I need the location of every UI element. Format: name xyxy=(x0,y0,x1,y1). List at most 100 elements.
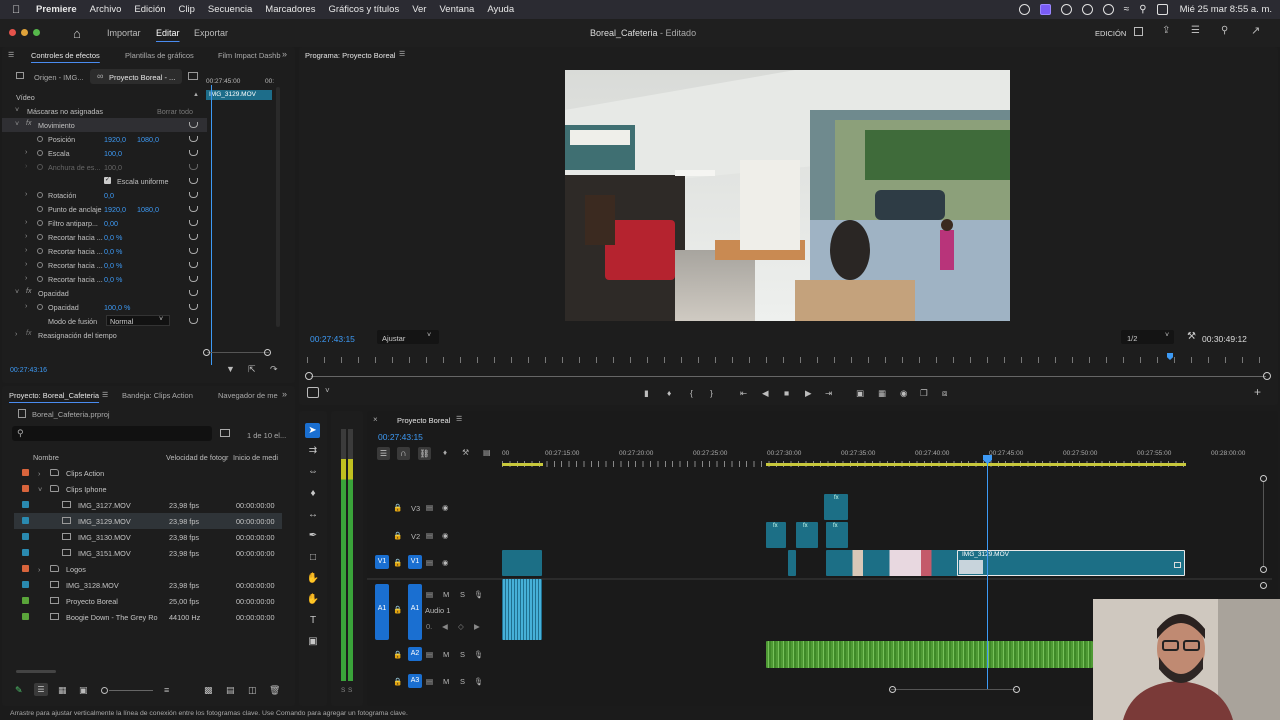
track-a3-label[interactable]: A3 xyxy=(408,674,422,688)
new-bin-icon[interactable]: ▤ xyxy=(226,685,235,696)
lock-icon[interactable]: 🔒 xyxy=(393,558,402,567)
project-item[interactable]: Proyecto Boreal 25,00 fps 00:00:00:00 xyxy=(14,593,282,609)
rotacion-value[interactable]: 0,0 xyxy=(104,191,114,200)
mini-zoom-track[interactable] xyxy=(207,352,269,353)
reset-icon[interactable] xyxy=(189,164,198,170)
go-to-out-icon[interactable]: ⇥ xyxy=(825,388,832,399)
show-timeline-icon[interactable] xyxy=(188,72,198,80)
list-view-icon[interactable]: ☰ xyxy=(34,683,48,696)
work-area-bar[interactable] xyxy=(766,463,1186,466)
timeline-timecode[interactable]: 00:27:43:15 xyxy=(378,432,423,442)
label-color-swatch[interactable] xyxy=(22,565,29,572)
sync-icon[interactable]: ▤ xyxy=(426,558,433,567)
stopwatch-icon[interactable] xyxy=(37,304,43,310)
track-select-tool-icon[interactable]: ⇉ xyxy=(306,445,320,459)
project-item[interactable]: IMG_3151.MOV 23,98 fps 00:00:00:00 xyxy=(14,545,282,561)
stopwatch-icon[interactable] xyxy=(37,248,43,254)
crop-chevron-icon[interactable]: › xyxy=(25,261,27,268)
zoom-slider-handle[interactable] xyxy=(101,687,108,694)
effects-timecode[interactable]: 00:27:43:16 xyxy=(10,367,47,374)
fullscreen-icon[interactable]: ↗ xyxy=(1251,24,1260,37)
mute-button[interactable]: M xyxy=(443,677,449,686)
tab-project[interactable]: Proyecto: Boreal_Cafeteria xyxy=(9,391,99,400)
project-item[interactable]: IMG_3128.MOV 23,98 fps 00:00:00:00 xyxy=(14,577,282,593)
step-back-icon[interactable]: ◀ xyxy=(762,388,769,399)
captions-icon[interactable]: ▤ xyxy=(483,448,491,457)
workspaces-icon[interactable] xyxy=(1134,27,1143,36)
project-item[interactable]: Boogie Down - The Grey Ro 44100 Hz 00:00:0… xyxy=(14,609,282,625)
mini-zoom-handle-right[interactable] xyxy=(264,349,271,356)
lock-icon[interactable]: 🔒 xyxy=(393,605,402,614)
reset-icon[interactable] xyxy=(189,262,198,268)
crop-value[interactable]: 0,0 % xyxy=(104,247,122,256)
keyframe-nav-icon[interactable]: ↷ xyxy=(270,364,278,375)
v-zoom-handle-bottom[interactable] xyxy=(1260,566,1267,573)
project-item[interactable]: ˅ Clips Iphone xyxy=(14,481,282,497)
program-video-frame[interactable] xyxy=(565,70,1010,321)
reset-icon[interactable] xyxy=(189,136,198,142)
movimiento-chevron-icon[interactable]: ˅ xyxy=(15,121,19,128)
project-item[interactable]: › Clips Action xyxy=(14,465,282,481)
linked-selection-icon[interactable]: ⛓ xyxy=(418,447,431,460)
chevron-down-icon[interactable]: ˅ xyxy=(325,386,330,395)
solo-button[interactable]: S xyxy=(460,677,465,686)
selection-tool-icon[interactable]: ➤ xyxy=(305,423,320,438)
project-item[interactable]: IMG_3127.MOV 23,98 fps 00:00:00:00 xyxy=(14,497,282,513)
wrench-icon[interactable]: ⚒ xyxy=(1187,331,1196,342)
a-zoom-handle-top[interactable] xyxy=(1260,582,1267,589)
mini-zoom-handle-left[interactable] xyxy=(203,349,210,356)
reasignacion-chevron-icon[interactable]: › xyxy=(15,331,17,338)
new-item-icon[interactable]: ◫ xyxy=(248,685,257,696)
stopwatch-icon[interactable] xyxy=(37,136,43,142)
add-marker-icon[interactable]: ♦ xyxy=(667,388,671,398)
close-window-button[interactable] xyxy=(9,29,16,36)
fx-icon[interactable]: fx xyxy=(26,120,31,127)
program-timecode[interactable]: 00:27:43:15 xyxy=(310,334,355,344)
snap-icon[interactable]: ∩ xyxy=(397,447,410,460)
project-item[interactable]: › Logos xyxy=(14,561,282,577)
share-icon[interactable]: ⇪ xyxy=(1162,25,1170,36)
escala-uniforme-checkbox[interactable]: ✓ xyxy=(104,177,111,184)
search-icon[interactable]: ⚲ xyxy=(1139,4,1146,15)
tab-graphics-templates[interactable]: Plantillas de gráficos xyxy=(125,51,194,60)
reset-icon[interactable] xyxy=(189,206,198,212)
hand-tool-icon[interactable]: ✋ xyxy=(306,594,320,608)
program-zoom-track[interactable] xyxy=(311,376,1266,377)
overwrite-icon[interactable]: ▦ xyxy=(878,388,886,399)
mark-in-icon[interactable]: { xyxy=(690,388,693,398)
lock-icon[interactable]: 🔒 xyxy=(393,531,402,540)
track-a1-label[interactable]: A1 xyxy=(408,584,422,640)
mute-button[interactable]: M xyxy=(443,590,449,599)
crop-chevron-icon[interactable]: › xyxy=(25,247,27,254)
home-icon[interactable]: ⌂ xyxy=(73,26,81,41)
rotacion-chevron-icon[interactable]: › xyxy=(25,191,27,198)
screen-record-icon[interactable] xyxy=(1039,4,1051,15)
tab-program[interactable]: Programa: Proyecto Boreal xyxy=(305,51,395,60)
stopwatch-icon[interactable] xyxy=(37,234,43,240)
source-tab[interactable]: Origen - IMG... xyxy=(34,73,84,82)
timeline-hscroll-track[interactable] xyxy=(891,689,1016,690)
razor-tool-icon[interactable]: ♦ xyxy=(306,488,320,502)
row-movimiento[interactable]: ˅ fx Movimiento xyxy=(2,118,207,132)
program-zoom-handle-left[interactable] xyxy=(305,372,313,380)
column-name[interactable]: Nombre xyxy=(33,453,59,462)
reset-icon[interactable] xyxy=(189,290,198,296)
v-zoom-handle-top[interactable] xyxy=(1260,475,1267,482)
menu-archivo[interactable]: Archivo xyxy=(90,4,122,15)
go-to-in-icon[interactable]: ⇤ xyxy=(740,388,747,399)
column-media-start[interactable]: Inicio de medi xyxy=(233,453,278,462)
label-color-swatch[interactable] xyxy=(22,485,29,492)
hand-tool-icon[interactable]: ✋ xyxy=(306,573,320,587)
label-color-swatch[interactable] xyxy=(22,597,29,604)
clip-v1-sequence[interactable] xyxy=(826,550,958,576)
clip-a2-music[interactable] xyxy=(766,641,1093,668)
eye-icon[interactable]: ◉ xyxy=(442,558,449,567)
type-tool-icon[interactable]: T xyxy=(306,615,320,629)
program-ruler[interactable] xyxy=(307,357,1272,363)
solo-left-button[interactable]: S xyxy=(341,687,345,694)
more-tabs-icon[interactable]: » xyxy=(282,389,287,399)
play-circle-icon[interactable] xyxy=(1081,4,1093,15)
column-fps[interactable]: Velocidad de fotogr xyxy=(166,453,228,462)
keyframe-next-icon[interactable]: ▶ xyxy=(474,622,480,631)
more-tabs-icon[interactable]: » xyxy=(282,49,287,59)
